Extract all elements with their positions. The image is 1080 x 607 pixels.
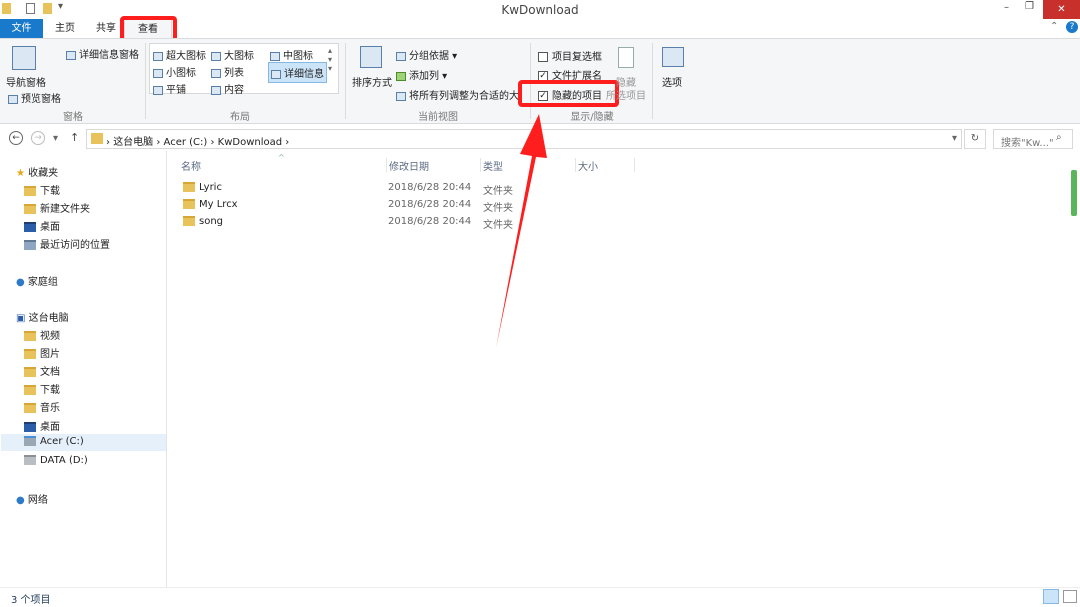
options-icon[interactable]: [662, 47, 684, 67]
address-folder-icon: [91, 133, 103, 144]
refresh-icon[interactable]: ↻: [964, 129, 986, 149]
forward-icon[interactable]: →: [31, 131, 45, 145]
tab-file[interactable]: 文件: [0, 19, 43, 38]
nav-item[interactable]: 桌面: [24, 418, 60, 433]
column-name[interactable]: 名称: [181, 158, 381, 173]
column-date[interactable]: 修改日期: [386, 158, 476, 173]
nav-item[interactable]: 下载: [24, 381, 60, 396]
group-show-hide-label: 显示/隐藏: [570, 112, 614, 123]
network-icon: ●: [16, 495, 25, 506]
recent-locations-icon[interactable]: ▾: [53, 133, 58, 144]
search-icon[interactable]: ⌕: [1056, 132, 1062, 143]
nav-item[interactable]: 新建文件夹: [24, 200, 90, 215]
nav-pane-icon[interactable]: [12, 46, 36, 70]
large-icons-view-icon[interactable]: [1063, 590, 1077, 603]
address-dropdown-icon[interactable]: ▾: [952, 133, 957, 144]
help-icon[interactable]: ?: [1066, 21, 1078, 33]
group-by-button[interactable]: 分组依据 ▾: [396, 47, 457, 62]
layout-list[interactable]: 列表: [211, 64, 244, 79]
column-size[interactable]: 大小: [575, 158, 635, 173]
nav-homegroup[interactable]: ● 家庭组: [16, 273, 58, 288]
add-columns-button[interactable]: 添加列 ▾: [396, 67, 447, 82]
nav-drive-c[interactable]: Acer (C:): [24, 436, 84, 447]
nav-item[interactable]: 桌面: [24, 218, 60, 233]
layout-small-icons[interactable]: 小图标: [153, 64, 196, 79]
restore-button[interactable]: ❐: [1025, 1, 1034, 12]
table-row[interactable]: My Lrcx: [183, 199, 238, 210]
star-icon: ★: [16, 168, 25, 179]
layout-tiles[interactable]: 平铺: [153, 81, 186, 96]
checkbox[interactable]: [538, 52, 548, 62]
status-bar: [0, 587, 1080, 607]
table-row[interactable]: Lyric: [183, 182, 222, 193]
layout-large-icons[interactable]: 大图标: [211, 47, 254, 62]
arrow-shape: [496, 114, 547, 348]
group-layout-label: 布局: [230, 112, 250, 123]
sort-icon[interactable]: [360, 46, 382, 68]
layout-extra-large-icons[interactable]: 超大图标: [153, 47, 206, 62]
nav-this-pc[interactable]: ▣ 这台电脑: [16, 309, 69, 324]
hide-selected-label2: 所选项目: [606, 91, 646, 102]
nav-network[interactable]: ● 网络: [16, 491, 48, 506]
details-pane-icon: [66, 50, 76, 60]
minimize-button[interactable]: –: [1004, 2, 1009, 13]
hidden-items-highlight: [518, 80, 619, 107]
collapse-ribbon-icon[interactable]: ⌃: [1050, 21, 1058, 32]
layout-medium-icons[interactable]: 中图标: [270, 47, 313, 62]
file-date: 2018/6/28 20:44: [388, 182, 472, 193]
close-button[interactable]: ✕: [1043, 0, 1080, 19]
gallery-scroll-icon[interactable]: ▴ ▾ ▾: [328, 46, 332, 73]
homegroup-icon: ●: [16, 277, 25, 288]
preview-pane-button[interactable]: 预览窗格: [8, 90, 61, 105]
hide-selected-icon[interactable]: [618, 47, 634, 68]
window-title: KwDownload: [501, 3, 579, 17]
nav-item[interactable]: 文档: [24, 363, 60, 378]
ribbon-separator: [145, 43, 146, 119]
computer-icon: ▣: [16, 313, 26, 324]
breadcrumb[interactable]: › 这台电脑 › Acer (C:) › KwDownload ›: [106, 133, 289, 148]
fit-columns-button[interactable]: 将所有列调整为合适的大小: [396, 87, 520, 102]
file-date: 2018/6/28 20:44: [388, 199, 472, 210]
table-row[interactable]: song: [183, 216, 223, 227]
item-count: 3 个项目: [11, 595, 51, 606]
group-pane-label: 窗格: [63, 112, 83, 123]
annotation-arrow: [496, 114, 547, 348]
layout-details[interactable]: 详细信息: [268, 62, 327, 83]
folder-icon: [183, 182, 195, 192]
folder-icon: [183, 216, 195, 226]
sort-by-button[interactable]: 排序方式: [352, 74, 392, 89]
tab-home[interactable]: 主页: [47, 19, 83, 38]
ribbon-separator: [345, 43, 346, 119]
preview-pane-icon: [8, 94, 18, 104]
nav-pane-button[interactable]: 导航窗格: [6, 74, 46, 89]
options-button[interactable]: 选项: [662, 74, 682, 89]
nav-item[interactable]: 图片: [24, 345, 60, 360]
nav-drive-d[interactable]: DATA (D:): [24, 455, 88, 466]
layout-content[interactable]: 内容: [211, 81, 244, 96]
group-current-view-label: 当前视图: [418, 112, 458, 123]
tab-share[interactable]: 共享: [88, 19, 124, 38]
file-date: 2018/6/28 20:44: [388, 216, 472, 227]
nav-item[interactable]: 最近访问的位置: [24, 236, 110, 251]
nav-item[interactable]: 音乐: [24, 399, 60, 414]
folder-icon: [183, 199, 195, 209]
item-checkboxes-toggle[interactable]: 项目复选框: [538, 48, 602, 63]
details-pane-button[interactable]: 详细信息窗格: [66, 46, 139, 61]
nav-item[interactable]: 视频: [24, 327, 60, 342]
details-view-icon[interactable]: [1043, 589, 1059, 604]
nav-item[interactable]: 下载: [24, 182, 60, 197]
back-icon[interactable]: ←: [9, 131, 23, 145]
ribbon-separator: [652, 43, 653, 119]
up-icon[interactable]: ↑: [70, 131, 79, 144]
nav-favorites[interactable]: ★ 收藏夹: [16, 164, 58, 179]
scrollbar-thumb[interactable]: [1071, 170, 1077, 216]
